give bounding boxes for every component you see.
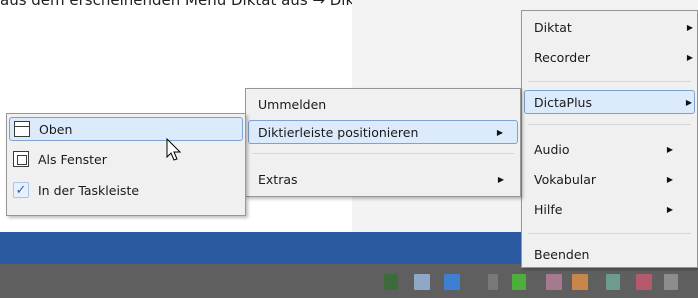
- menu-item-in-der-taskleiste[interactable]: ✓ In der Taskleiste: [9, 178, 243, 202]
- context-menu-main: Diktat ▶ Recorder ▶ DictaPlus ▶ Audio ▶ …: [521, 10, 698, 268]
- menu-item-extras[interactable]: Extras ▶: [248, 167, 518, 191]
- tray-teal-icon[interactable]: [606, 274, 620, 290]
- window-icon: [13, 151, 29, 167]
- menu-item-als-fenster[interactable]: Als Fenster: [9, 147, 243, 171]
- menu-item-label: Hilfe: [534, 201, 563, 217]
- taskbar: [0, 264, 698, 298]
- tray-red-icon[interactable]: [636, 274, 652, 290]
- menu-separator: [252, 153, 514, 154]
- checkmark-icon: ✓: [13, 182, 29, 198]
- menu-item-label: Ummelden: [258, 96, 327, 112]
- menu-item-label: Extras: [258, 171, 298, 187]
- submenu-arrow-icon: ▶: [666, 174, 674, 184]
- submenu-arrow-icon: ▶: [685, 97, 693, 107]
- menu-item-audio[interactable]: Audio ▶: [524, 137, 695, 161]
- menu-item-diktierleiste-positionieren[interactable]: Diktierleiste positionieren ▶: [248, 120, 518, 144]
- tray-pink-icon[interactable]: [546, 274, 562, 290]
- menu-item-label: Recorder: [534, 49, 591, 65]
- submenu-position: Oben Als Fenster ✓ In der Taskleiste: [6, 113, 246, 216]
- menu-item-ummelden[interactable]: Ummelden: [248, 92, 518, 116]
- tray-orange-icon[interactable]: [572, 274, 588, 290]
- menu-item-oben[interactable]: Oben: [9, 117, 243, 141]
- menu-item-hilfe[interactable]: Hilfe ▶: [524, 197, 695, 221]
- menu-item-label: Audio: [534, 141, 570, 157]
- submenu-dictaplus: Ummelden Diktierleiste positionieren ▶ E…: [245, 88, 521, 197]
- submenu-arrow-icon: ▶: [686, 22, 694, 32]
- menu-item-dictaplus[interactable]: DictaPlus ▶: [524, 90, 695, 114]
- menu-item-label: Vokabular: [534, 171, 597, 187]
- submenu-arrow-icon: ▶: [496, 127, 504, 137]
- menu-item-diktat[interactable]: Diktat ▶: [524, 15, 695, 39]
- menu-item-label: DictaPlus: [534, 94, 592, 110]
- menu-separator: [528, 233, 691, 234]
- tray-network-icon[interactable]: [414, 274, 430, 290]
- top-bar-icon: [14, 121, 30, 137]
- menu-item-label: Als Fenster: [38, 151, 107, 167]
- menu-item-label: Diktat: [534, 19, 572, 35]
- mouse-cursor-icon: [166, 138, 182, 161]
- menu-item-label: Beenden: [534, 246, 590, 262]
- submenu-arrow-icon: ▶: [497, 174, 505, 184]
- menu-separator: [528, 124, 691, 125]
- tray-dictaplus-icon[interactable]: [512, 274, 526, 290]
- menu-item-beenden[interactable]: Beenden: [524, 242, 695, 266]
- tray-blue-icon[interactable]: [444, 274, 460, 290]
- submenu-arrow-icon: ▶: [686, 52, 694, 62]
- tray-dark-icon[interactable]: [488, 274, 498, 290]
- menu-item-label: Diktierleiste positionieren: [258, 124, 419, 140]
- tray-green-icon[interactable]: [384, 274, 398, 290]
- menu-item-vokabular[interactable]: Vokabular ▶: [524, 167, 695, 191]
- menu-separator: [528, 81, 691, 82]
- menu-item-label: In der Taskleiste: [38, 182, 140, 198]
- menu-item-label: Oben: [39, 121, 73, 137]
- submenu-arrow-icon: ▶: [666, 204, 674, 214]
- tray-misc-icon[interactable]: [664, 274, 678, 290]
- menu-item-recorder[interactable]: Recorder ▶: [524, 45, 695, 69]
- submenu-arrow-icon: ▶: [666, 144, 674, 154]
